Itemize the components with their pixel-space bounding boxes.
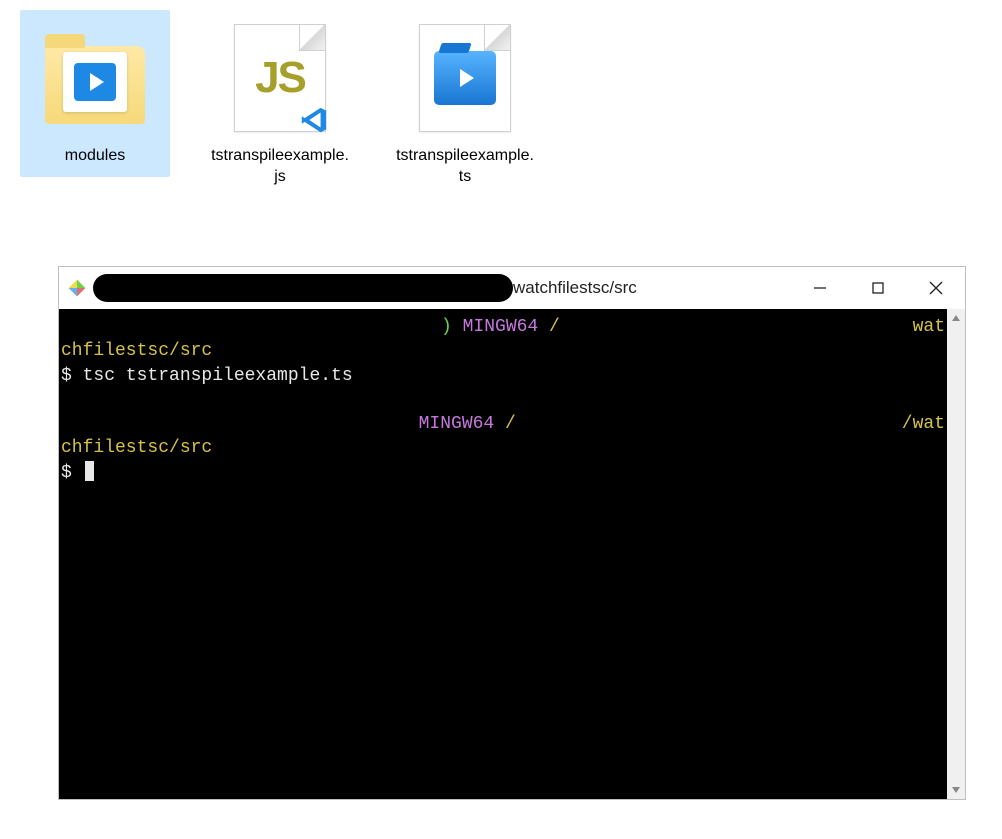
file-item-ts[interactable]: tstranspileexample.ts [390, 10, 540, 198]
window-controls [791, 267, 965, 309]
terminal-line: MINGW64 / /wat [61, 412, 945, 436]
scroll-down-icon[interactable] [947, 781, 965, 799]
js-file-icon: JS [220, 18, 340, 138]
close-button[interactable] [907, 267, 965, 309]
terminal-text-segment: MINGW64 [452, 315, 549, 339]
terminal-text-segment: $ [61, 461, 83, 485]
ts-file-icon [405, 18, 525, 138]
window-titlebar[interactable]: watchfilestsc/src [59, 267, 965, 309]
minimize-button[interactable] [791, 267, 849, 309]
terminal-scrollbar[interactable] [947, 309, 965, 799]
file-explorer-area: modules JS tstranspileexample.js [0, 0, 1002, 208]
terminal-line [61, 388, 945, 412]
maximize-button[interactable] [849, 267, 907, 309]
play-icon [434, 51, 496, 105]
terminal-line: $ tsc tstranspileexample.ts [61, 364, 945, 388]
vscode-badge-icon [299, 105, 329, 135]
scroll-up-icon[interactable] [947, 309, 965, 327]
file-label: modules [65, 146, 125, 167]
terminal-text-segment [61, 388, 72, 412]
terminal-cursor [85, 461, 94, 481]
window-title-path: watchfilestsc/src [513, 278, 637, 298]
file-item-folder-modules[interactable]: modules [20, 10, 170, 177]
terminal-line: $ [61, 461, 945, 485]
terminal-text-segment: chfilestsc/src [61, 339, 212, 363]
terminal-text-segment [61, 412, 408, 436]
terminal-line: chfilestsc/src [61, 339, 945, 363]
terminal-text-segment: ) [61, 315, 452, 339]
terminal-text-segment: / [505, 412, 516, 436]
terminal-text-segment: wat [913, 315, 945, 339]
terminal-text-segment: $ tsc tstranspileexample.ts [61, 364, 353, 388]
terminal-body[interactable]: ) MINGW64 /watchfilestsc/src$ tsc tstran… [59, 309, 947, 799]
git-bash-app-icon [67, 278, 87, 298]
play-icon [74, 63, 116, 101]
title-redacted-region [93, 274, 513, 302]
terminal-window: watchfilestsc/src ) MINGW64 /watchfilest… [58, 266, 966, 800]
terminal-text-segment: /wat [902, 412, 945, 436]
terminal-line: ) MINGW64 / wat [61, 315, 945, 339]
terminal-text-segment: MINGW64 [408, 412, 505, 436]
terminal-line: chfilestsc/src [61, 436, 945, 460]
terminal-text-segment: / [549, 315, 560, 339]
file-item-js[interactable]: JS tstranspileexample.js [205, 10, 355, 198]
file-label: tstranspileexample.js [210, 146, 350, 188]
terminal-text-segment: chfilestsc/src [61, 436, 212, 460]
folder-icon [35, 18, 155, 138]
file-label: tstranspileexample.ts [395, 146, 535, 188]
